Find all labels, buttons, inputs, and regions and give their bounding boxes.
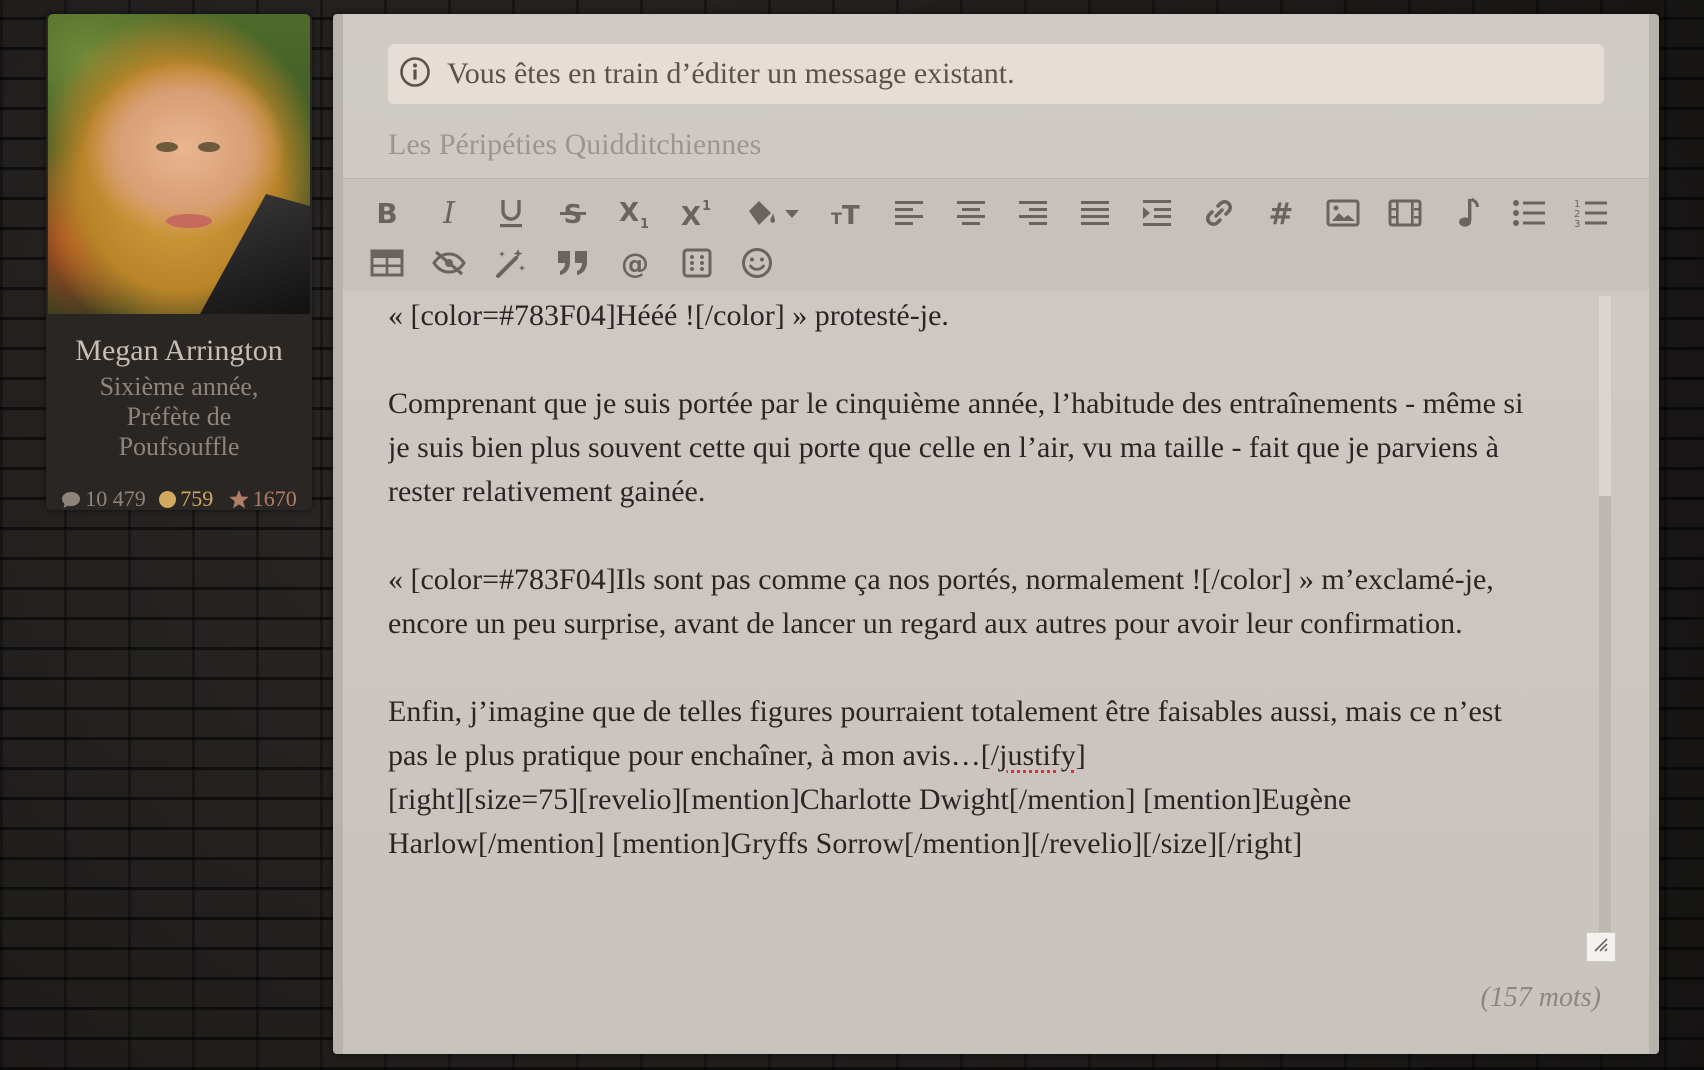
rank-line: Sixième année, (99, 372, 259, 401)
message-textarea[interactable]: « [color=#783F04]Hééé ![/color] » protes… (388, 294, 1528, 924)
font-size-icon[interactable]: TT (827, 193, 867, 233)
strikethrough-icon[interactable]: S (553, 193, 593, 233)
svg-text:B: B (376, 198, 397, 228)
content-paragraph: « [color=#783F04]Hééé ![/color] » protes… (388, 299, 949, 332)
dice-icon[interactable] (677, 243, 717, 283)
content-paragraph: Enfin, j’imagine que de telles figures p… (388, 690, 1528, 778)
svg-text:3: 3 (1574, 219, 1580, 228)
avatar-eye (198, 142, 220, 152)
subscript-icon[interactable]: X1 (615, 193, 655, 233)
svg-text:X: X (619, 198, 639, 228)
content-paragraph: « [color=#783F04]Ils sont pas comme ça n… (388, 563, 1494, 640)
profile-rank: Sixième année, Préfète de Poufsouffle (76, 372, 282, 462)
scrollbar-thumb[interactable] (1599, 296, 1611, 496)
quote-icon[interactable] (553, 243, 593, 283)
content-text: ] (1075, 739, 1086, 772)
color-fill-icon[interactable] (743, 193, 803, 233)
avatar-jacket (200, 194, 310, 314)
avatar-lips (166, 214, 212, 228)
mention-icon[interactable]: @ (615, 243, 655, 283)
formatting-toolbar: B I S X1 X1 TT # 1 2 3 @ (343, 178, 1649, 291)
align-right-icon[interactable] (1013, 193, 1053, 233)
emoji-icon[interactable] (737, 243, 777, 283)
spellcheck-word[interactable]: justify (999, 739, 1076, 772)
speech-bubble-icon (61, 489, 81, 515)
resize-handle[interactable] (1586, 932, 1616, 962)
music-icon[interactable] (1447, 193, 1487, 233)
magic-wand-icon[interactable] (491, 243, 531, 283)
svg-text:T: T (831, 209, 842, 228)
svg-text:T: T (842, 201, 860, 228)
coin-count: 759 (180, 486, 214, 511)
indent-icon[interactable] (1137, 193, 1177, 233)
word-count: (157 mots) (1480, 982, 1601, 1013)
svg-text:@: @ (621, 247, 649, 279)
italic-icon[interactable]: I (429, 193, 469, 233)
bold-icon[interactable]: B (367, 193, 407, 233)
align-center-icon[interactable] (951, 193, 991, 233)
content-paragraph: [right][size=75][revelio][mention]Charlo… (388, 783, 1352, 860)
content-paragraph: Comprenant que je suis portée par le cin… (388, 387, 1524, 508)
edit-notice: Vous êtes en train d’éditer un message e… (388, 44, 1604, 104)
rank-line: Poufsouffle (118, 432, 240, 461)
coin-icon (159, 491, 177, 508)
svg-text:1: 1 (702, 199, 711, 214)
table-icon[interactable] (367, 243, 407, 283)
align-justify-icon[interactable] (1075, 193, 1115, 233)
info-icon (399, 56, 431, 93)
align-left-icon[interactable] (889, 193, 929, 233)
numbered-list-icon[interactable]: 123 (1571, 193, 1611, 233)
svg-text:I: I (442, 198, 456, 228)
message-count: 10 479 (85, 486, 146, 511)
underline-icon[interactable] (491, 193, 531, 233)
video-icon[interactable] (1385, 193, 1425, 233)
svg-text:#: # (1268, 198, 1293, 228)
svg-text:X: X (681, 202, 701, 229)
profile-stats: 10 479 759 1670 (46, 486, 312, 515)
message-editor: Vous êtes en train d’éditer un message e… (333, 14, 1659, 1054)
content-text: Enfin, j’imagine que de telles figures p… (388, 695, 1502, 772)
avatar[interactable] (48, 14, 310, 314)
hide-icon[interactable] (429, 243, 469, 283)
avatar-eye (156, 142, 178, 152)
star-icon (229, 489, 249, 515)
edit-notice-text: Vous êtes en train d’éditer un message e… (447, 57, 1015, 90)
profile-name[interactable]: Megan Arrington (46, 334, 312, 368)
image-icon[interactable] (1323, 193, 1363, 233)
points-count: 1670 (252, 486, 297, 511)
profile-card: Megan Arrington Sixième année, Préfète d… (46, 14, 312, 511)
svg-text:1: 1 (640, 217, 649, 229)
rank-line: Préfète de (126, 402, 232, 431)
superscript-icon[interactable]: X1 (677, 193, 717, 233)
hashtag-icon[interactable]: # (1261, 193, 1301, 233)
resize-icon (1593, 937, 1609, 958)
link-icon[interactable] (1199, 193, 1239, 233)
subject-input[interactable]: Les Péripéties Quidditchiennes (388, 128, 761, 162)
bullet-list-icon[interactable] (1509, 193, 1549, 233)
